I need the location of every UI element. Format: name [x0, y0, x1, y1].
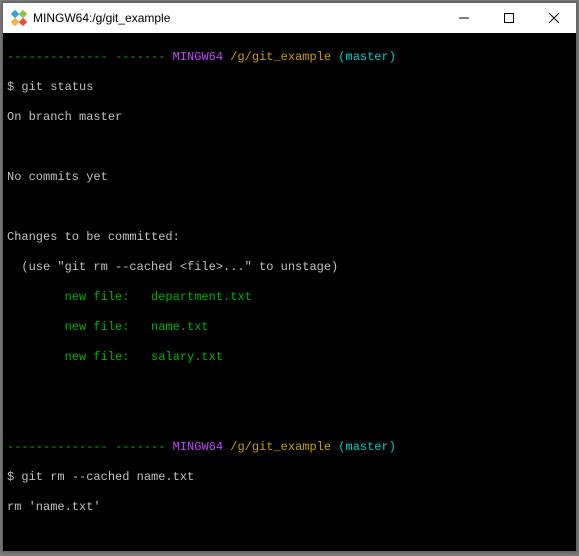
- blank-line: [7, 200, 572, 215]
- output-line: Changes to be committed:: [7, 230, 572, 245]
- maximize-button[interactable]: [486, 3, 531, 33]
- output-line: On branch master: [7, 110, 572, 125]
- output-line: (use "git rm --cached <file>..." to unst…: [7, 260, 572, 275]
- output-line: No commits yet: [7, 170, 572, 185]
- blank-line: [7, 410, 572, 425]
- command-line: $ git rm --cached name.txt: [7, 470, 572, 485]
- prompt-line: -------------- ------- MINGW64 /g/git_ex…: [7, 50, 572, 65]
- staged-file: new file: department.txt: [7, 290, 572, 305]
- output-line: rm 'name.txt': [7, 500, 572, 515]
- staged-file: new file: salary.txt: [7, 350, 572, 365]
- command-line: $ git status: [7, 80, 572, 95]
- staged-file: new file: name.txt: [7, 320, 572, 335]
- terminal-window: MINGW64:/g/git_example -------------- --…: [2, 2, 577, 552]
- window-title: MINGW64:/g/git_example: [33, 11, 170, 25]
- prompt-line: -------------- ------- MINGW64 /g/git_ex…: [7, 440, 572, 455]
- blank-line: [7, 140, 572, 155]
- minimize-button[interactable]: [441, 3, 486, 33]
- terminal-body[interactable]: -------------- ------- MINGW64 /g/git_ex…: [3, 33, 576, 551]
- blank-line: [7, 380, 572, 395]
- titlebar[interactable]: MINGW64:/g/git_example: [3, 3, 576, 33]
- close-button[interactable]: [531, 3, 576, 33]
- blank-line: [7, 530, 572, 545]
- app-icon: [11, 10, 27, 26]
